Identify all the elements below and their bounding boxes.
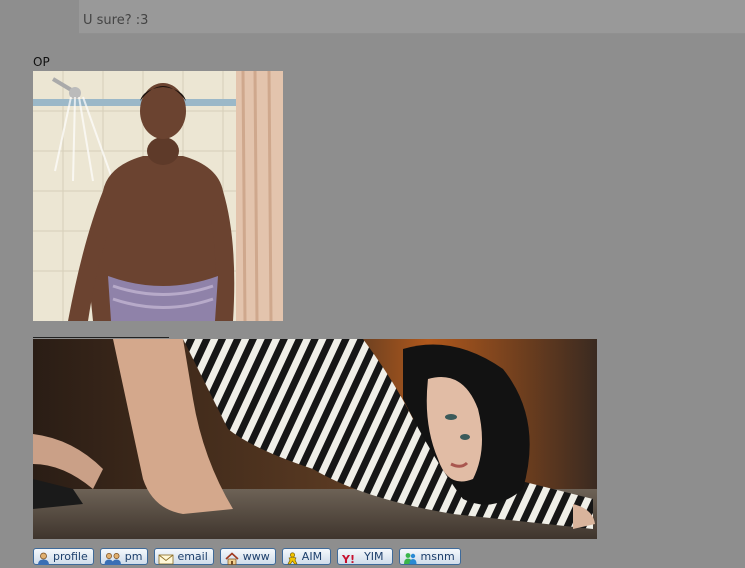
msn-icon	[403, 550, 418, 564]
aim-button[interactable]: AIM	[281, 548, 332, 565]
profile-buttons: profile pm email www AIM Y! YIM msnm	[33, 548, 461, 566]
www-button[interactable]: www	[219, 548, 276, 565]
quoted-text: U sure? :3	[83, 13, 149, 28]
op-label: OP	[33, 55, 50, 69]
msnm-button[interactable]: msnm	[398, 548, 461, 565]
shower-man-image	[33, 71, 283, 321]
forum-post: U sure? :3 OP profile pm email www AIM Y…	[0, 0, 745, 568]
aim-button-label: AIM	[301, 550, 323, 563]
quoted-message: U sure? :3	[79, 0, 745, 34]
pm-button[interactable]: pm	[99, 548, 149, 565]
profile-button-label: profile	[53, 550, 88, 563]
signature-divider	[33, 337, 169, 338]
home-icon	[224, 550, 240, 565]
profile-button[interactable]: profile	[33, 548, 94, 565]
user-icon	[37, 550, 50, 565]
aim-icon	[286, 550, 299, 565]
yim-button-label: YIM	[364, 550, 384, 563]
striped-shirt-picture	[33, 339, 597, 539]
striped-shirt-banner-image	[33, 339, 597, 539]
www-button-label: www	[242, 550, 270, 563]
pm-button-label: pm	[124, 550, 143, 563]
msnm-button-label: msnm	[420, 550, 455, 563]
email-button[interactable]: email	[154, 548, 214, 565]
shower-man-picture	[33, 71, 283, 321]
svg-text:Y!: Y!	[341, 553, 355, 565]
yahoo-icon: Y!	[341, 550, 361, 566]
yim-button[interactable]: Y! YIM	[337, 548, 393, 566]
email-button-label: email	[177, 550, 208, 563]
envelope-icon	[158, 550, 174, 565]
users-icon	[104, 550, 122, 565]
